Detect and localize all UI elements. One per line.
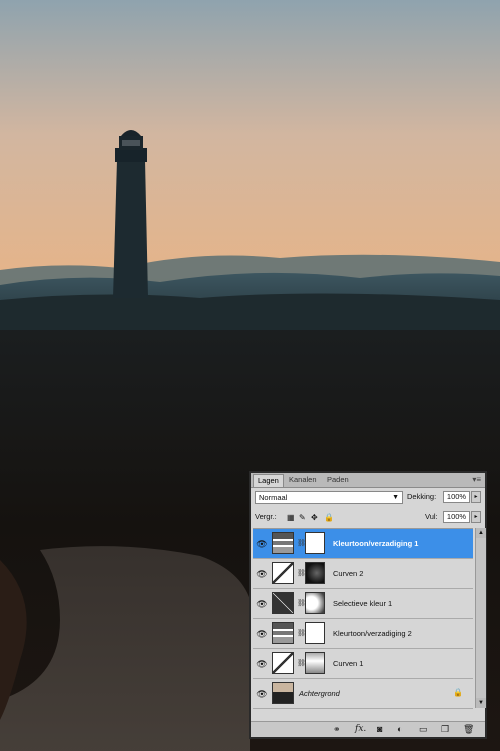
fx-icon[interactable]: fx. (355, 723, 366, 735)
hue-saturation-icon (272, 532, 294, 554)
blend-mode-select[interactable]: Normaal ▼ (255, 491, 403, 504)
layer-mask-thumbnail[interactable] (305, 592, 325, 614)
eye-icon[interactable]: 👁 (255, 627, 269, 641)
tab-kanalen[interactable]: Kanalen (285, 474, 321, 486)
layer-mask-thumbnail[interactable] (305, 562, 325, 584)
eye-icon[interactable]: 👁 (255, 537, 269, 551)
lock-icon: 🔒 (453, 688, 463, 697)
hue-saturation-icon (272, 622, 294, 644)
layer-row[interactable]: 👁 Achtergrond 🔒 (253, 679, 473, 709)
opacity-input[interactable]: 100% (443, 491, 470, 503)
panel-menu-icon[interactable]: ▾≡ (472, 475, 481, 484)
curves-icon (272, 562, 294, 584)
layer-row[interactable]: 👁 ⛓ Kleurtoon/verzadiging 2 (253, 619, 473, 649)
layer-row[interactable]: 👁 ⛓ Selectieve kleur 1 (253, 589, 473, 619)
layers-panel: Lagen Kanalen Paden ▾≡ Normaal ▼ Dekking… (249, 471, 487, 739)
fill-input[interactable]: 100% (443, 511, 470, 523)
photo-thumbnail (272, 682, 294, 704)
layer-name: Selectieve kleur 1 (333, 599, 393, 608)
lock-transparency-icon[interactable]: ▦ (287, 513, 295, 523)
opacity-slider-arrow-icon[interactable]: ▸ (471, 491, 481, 503)
eye-icon[interactable]: 👁 (255, 657, 269, 671)
adjustment-layer-icon[interactable]: ◐ (397, 723, 402, 735)
curves-icon (272, 652, 294, 674)
opacity-label: Dekking: (407, 492, 437, 501)
layer-row[interactable]: 👁 ⛓ Curven 2 (253, 559, 473, 589)
layer-row[interactable]: 👁 ⛓ Kleurtoon/verzadiging 1 (253, 529, 473, 559)
layer-name: Curven 2 (333, 569, 364, 578)
layer-list-scrollbar[interactable]: ▲ ▼ (475, 528, 486, 708)
layer-mask-thumbnail[interactable] (305, 622, 325, 644)
fill-label: Vul: (425, 512, 438, 521)
scroll-up-icon[interactable]: ▲ (476, 528, 486, 538)
eye-icon[interactable]: 👁 (255, 687, 269, 701)
eye-icon[interactable]: 👁 (255, 597, 269, 611)
link-layers-icon[interactable]: ⚭ (333, 723, 341, 735)
fill-slider-arrow-icon[interactable]: ▸ (471, 511, 481, 523)
layer-mask-thumbnail[interactable] (305, 532, 325, 554)
lighthouse (113, 130, 148, 298)
tab-paden[interactable]: Paden (323, 474, 353, 486)
panel-tab-bar: Lagen Kanalen Paden ▾≡ (251, 473, 485, 488)
lock-all-icon[interactable]: 🔒 (324, 513, 334, 523)
scroll-down-icon[interactable]: ▼ (476, 698, 486, 708)
tab-lagen[interactable]: Lagen (253, 474, 284, 487)
eye-icon[interactable]: 👁 (255, 567, 269, 581)
lock-position-icon[interactable]: ✥ (311, 513, 318, 523)
new-group-icon[interactable]: ▭ (419, 723, 428, 735)
layer-mask-thumbnail[interactable] (305, 652, 325, 674)
layer-name: Curven 1 (333, 659, 364, 668)
chevron-down-icon: ▼ (392, 494, 399, 501)
layer-name: Kleurtoon/verzadiging 2 (333, 629, 412, 638)
layer-list: 👁 ⛓ Kleurtoon/verzadiging 1 👁 ⛓ Curven 2… (253, 528, 473, 709)
layer-name: Achtergrond (299, 689, 340, 698)
blend-mode-value: Normaal (259, 493, 288, 502)
layer-row[interactable]: 👁 ⛓ Curven 1 (253, 649, 473, 679)
panel-footer: ⚭ fx. ◙ ◐ ▭ ❐ 🗑 (251, 721, 485, 737)
add-mask-icon[interactable]: ◙ (377, 723, 382, 735)
selective-color-icon (272, 592, 294, 614)
new-layer-icon[interactable]: ❐ (441, 723, 449, 735)
layer-name: Kleurtoon/verzadiging 1 (333, 539, 419, 548)
lock-pixels-icon[interactable]: ✎ (299, 513, 306, 523)
lock-label: Vergr.: (255, 512, 277, 521)
trash-icon[interactable]: 🗑 (463, 723, 474, 735)
